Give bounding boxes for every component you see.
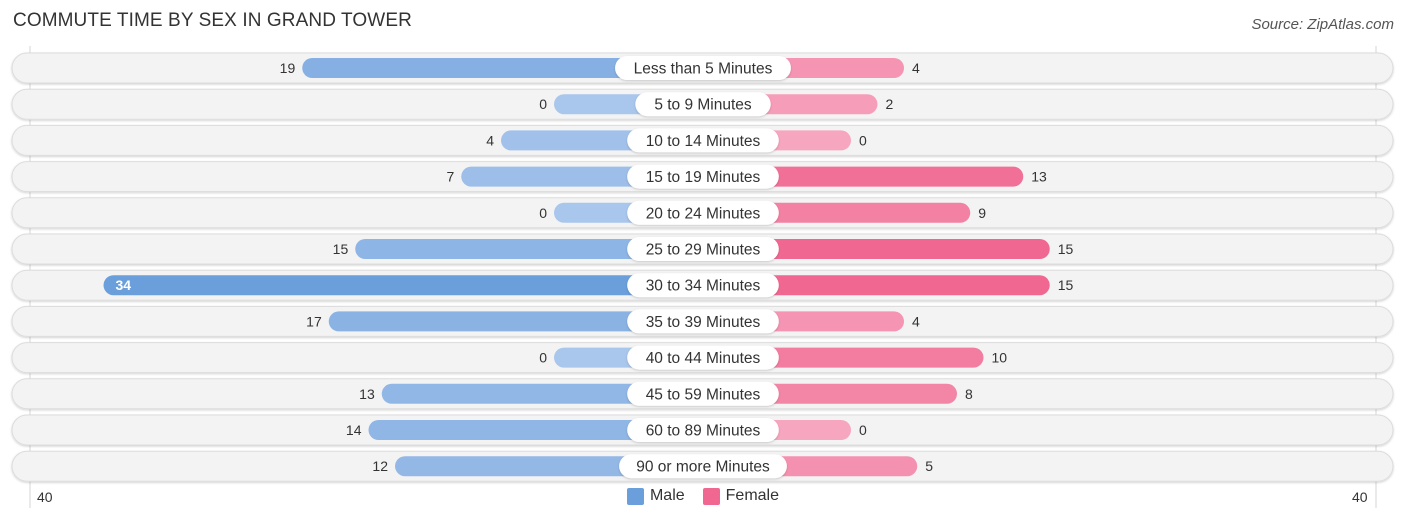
legend-item-male[interactable]: Male [626,487,685,505]
chart-row: 20 to 24 Minutes 0 9 [11,197,1394,229]
female-value-label: 4 [912,313,920,329]
female-value-label: 9 [978,205,986,221]
male-value-label: 34 [116,277,132,293]
chart-row: 35 to 39 Minutes 17 4 [11,305,1394,337]
male-value-label: 14 [346,422,362,438]
male-value-label: 19 [280,60,296,76]
category-label: 35 to 39 Minutes [646,314,761,331]
chart-row: 10 to 14 Minutes 4 0 [11,124,1394,156]
chart-row: 25 to 29 Minutes 15 15 [11,233,1394,265]
male-value-label: 15 [333,241,349,257]
male-value-label: 13 [359,386,375,402]
female-value-label: 13 [1031,169,1047,185]
female-value-label: 0 [859,422,867,438]
male-value-label: 0 [539,205,547,221]
chart-row: 45 to 59 Minutes 13 8 [11,378,1394,410]
chart-row: 30 to 34 Minutes 34 15 [11,269,1394,301]
female-value-label: 2 [886,96,894,112]
female-value-label: 0 [859,132,867,148]
male-value-label: 0 [539,350,547,366]
male-value-label: 7 [446,169,454,185]
category-label: 20 to 24 Minutes [646,205,761,222]
category-label: 40 to 44 Minutes [646,350,761,367]
category-label: Less than 5 Minutes [634,61,773,78]
legend-swatch-male [626,487,644,505]
female-value-label: 10 [992,350,1008,366]
category-label: 25 to 29 Minutes [646,242,761,259]
female-value-label: 8 [965,386,973,402]
chart-row: 5 to 9 Minutes 0 2 [11,88,1394,120]
category-label: 5 to 9 Minutes [654,97,752,114]
chart-row: Less than 5 Minutes 19 4 [11,52,1394,84]
category-label: 10 to 14 Minutes [646,133,761,150]
chart-row: 40 to 44 Minutes 0 10 [11,342,1394,374]
male-bar [103,275,703,296]
category-label: 15 to 19 Minutes [646,169,761,186]
legend-label-female: Female [725,487,780,504]
chart-row: 90 or more Minutes 12 5 [11,450,1394,482]
chart-row: 60 to 89 Minutes 14 0 [11,414,1394,446]
legend: Male Female [0,487,1406,505]
female-value-label: 5 [925,458,933,474]
male-value-label: 17 [306,313,322,329]
chart-row: 15 to 19 Minutes 7 13 [11,161,1394,193]
male-value-label: 0 [539,96,547,112]
female-value-label: 4 [912,60,920,76]
female-value-label: 15 [1058,277,1074,293]
chart-canvas: Less than 5 Minutes 19 4 5 to 9 Minutes 0 2 10… [11,46,1394,508]
legend-item-female[interactable]: Female [702,487,780,505]
category-label: 60 to 89 Minutes [646,423,761,440]
female-value-label: 15 [1058,241,1074,257]
male-value-label: 4 [486,132,494,148]
male-value-label: 12 [372,458,388,474]
legend-swatch-female [702,487,720,505]
legend-label-male: Male [649,487,685,504]
category-label: 45 to 59 Minutes [646,386,761,403]
category-label: 30 to 34 Minutes [646,278,761,295]
category-label: 90 or more Minutes [636,459,770,476]
